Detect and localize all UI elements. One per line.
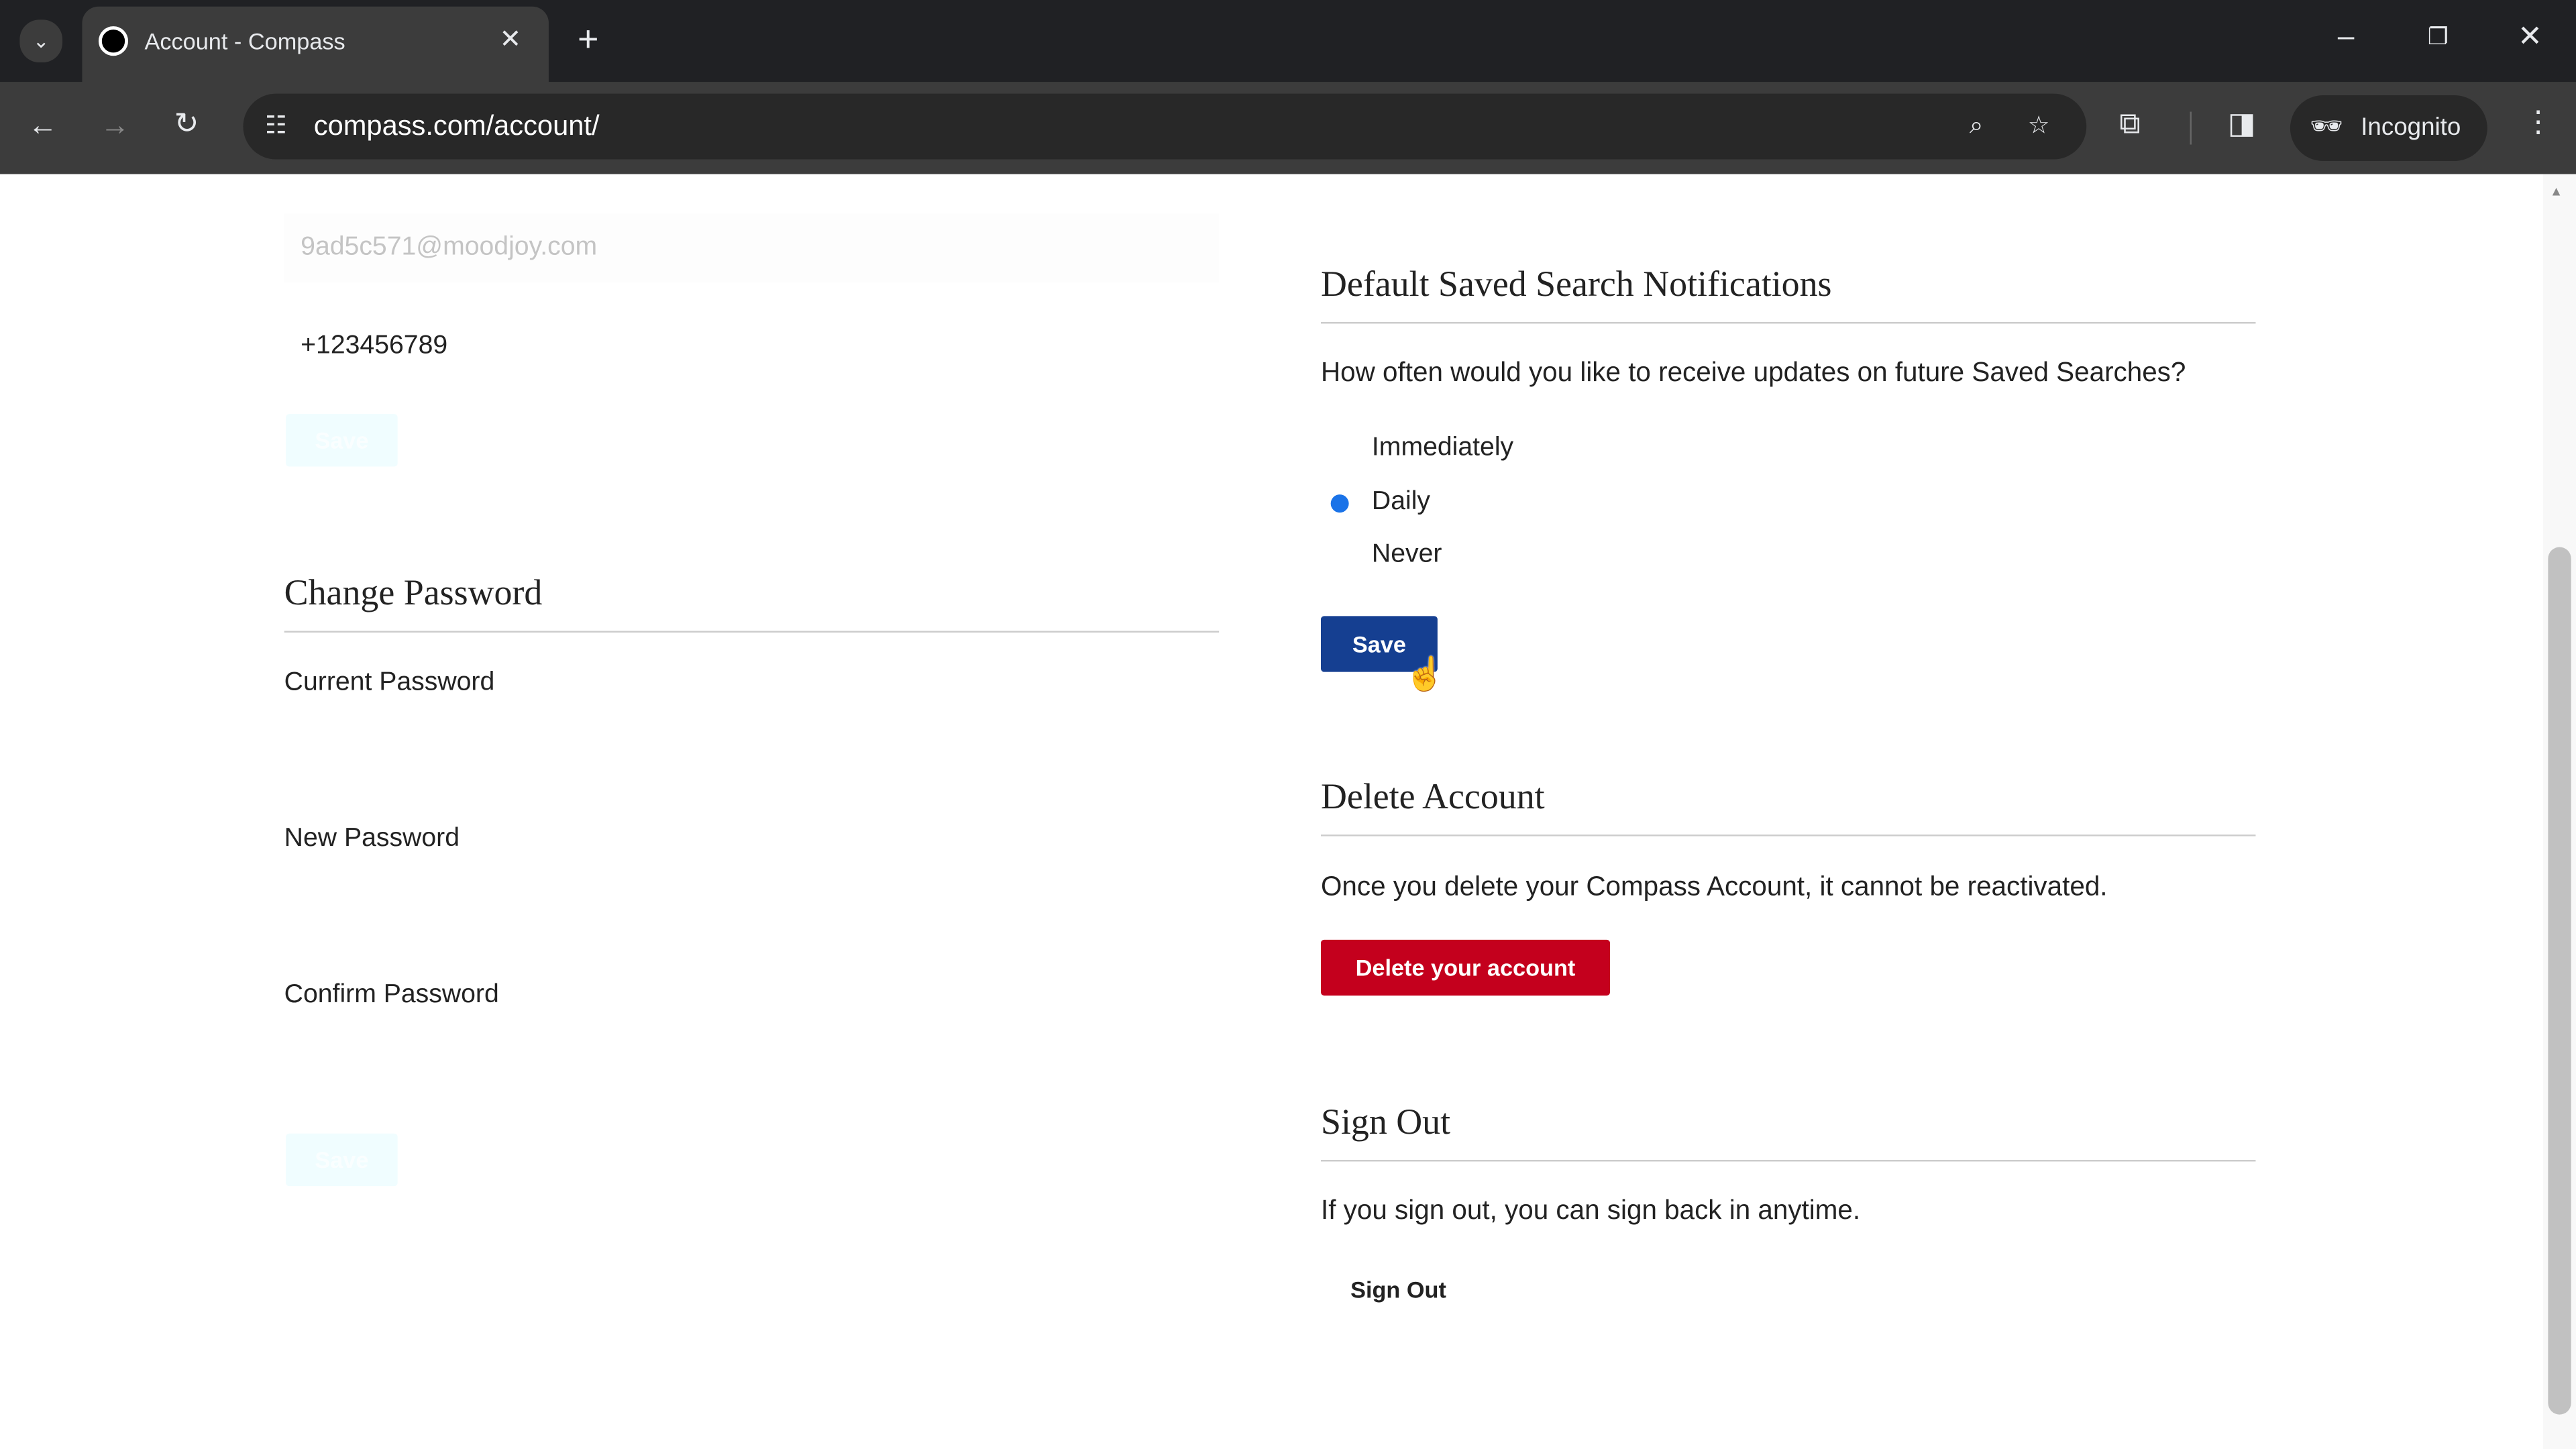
- new-password-input[interactable]: [284, 863, 1219, 922]
- delete-account-button[interactable]: Delete your account: [1320, 939, 1611, 996]
- radio-never[interactable]: Never: [1321, 537, 1650, 574]
- zoom-icon[interactable]: ⌕: [1958, 109, 1994, 145]
- toolbar-divider: [2190, 111, 2192, 145]
- tab-search-button[interactable]: ⌄: [19, 19, 63, 63]
- password-save-button[interactable]: Save: [286, 1133, 398, 1187]
- close-tab-icon[interactable]: ✕: [499, 23, 521, 56]
- change-password-heading: Change Password: [284, 572, 543, 613]
- radio-immediately[interactable]: Immediately: [1321, 431, 1650, 467]
- sign-out-heading: Sign Out: [1320, 1100, 1451, 1142]
- divider: [1320, 322, 2256, 324]
- new-tab-icon[interactable]: +: [568, 19, 608, 59]
- phone-field[interactable]: +123456789: [301, 332, 447, 362]
- radio-label: Never: [1371, 540, 1442, 569]
- incognito-icon: 🕶: [2310, 113, 2344, 142]
- notifications-heading: Default Saved Search Notifications: [1320, 262, 1832, 305]
- url-text[interactable]: compass.com/account/: [314, 109, 1958, 145]
- current-password-label: Current Password: [284, 668, 495, 697]
- incognito-label: Incognito: [2361, 113, 2461, 142]
- new-password-label: New Password: [284, 824, 460, 853]
- browser-tab[interactable]: Account - Compass ✕: [82, 6, 549, 83]
- radio-label: Immediately: [1371, 433, 1514, 462]
- scrollbar-thumb[interactable]: [2548, 547, 2571, 1415]
- sign-out-text: If you sign out, you can sign back in an…: [1320, 1195, 1861, 1226]
- radio-selected-dot-icon: [1330, 494, 1349, 513]
- delete-account-text: Once you delete your Compass Account, it…: [1320, 872, 2108, 902]
- current-password-input[interactable]: [284, 706, 1219, 765]
- radio-daily[interactable]: Daily: [1321, 484, 1650, 521]
- address-bar[interactable]: ☷ compass.com/account/ ⌕ ☆: [243, 93, 2087, 160]
- restore-icon[interactable]: ❐: [2418, 16, 2458, 56]
- reload-icon[interactable]: ↻: [174, 107, 199, 141]
- scrollbar[interactable]: ▲: [2543, 174, 2576, 1449]
- tab-title: Account - Compass: [144, 28, 345, 54]
- divider: [284, 631, 1220, 633]
- incognito-button[interactable]: 🕶 Incognito: [2290, 95, 2487, 162]
- email-field[interactable]: 9ad5c571@moodjoy.com: [284, 213, 1220, 283]
- back-icon[interactable]: ←: [28, 109, 58, 143]
- hand-cursor-icon: ☝: [1404, 657, 1446, 694]
- bookmark-star-icon[interactable]: ☆: [2021, 109, 2057, 145]
- compass-favicon-icon: [98, 26, 129, 56]
- sign-out-link[interactable]: Sign Out: [1350, 1277, 1446, 1303]
- scroll-up-icon[interactable]: ▲: [2550, 184, 2563, 199]
- minimize-icon[interactable]: –: [2326, 16, 2366, 56]
- menu-icon[interactable]: ⋮: [2524, 105, 2553, 140]
- radio-label: Daily: [1371, 488, 1431, 516]
- confirm-password-input[interactable]: [284, 1018, 1219, 1077]
- email-value: 9ad5c571@moodjoy.com: [301, 233, 598, 262]
- close-window-icon[interactable]: ✕: [2510, 16, 2550, 56]
- side-panel-icon[interactable]: ◨: [2228, 107, 2256, 141]
- delete-account-heading: Delete Account: [1320, 775, 1545, 817]
- contact-save-button[interactable]: Save: [286, 414, 398, 467]
- confirm-password-label: Confirm Password: [284, 981, 499, 1009]
- forward-icon[interactable]: →: [100, 109, 129, 143]
- tab-strip: ⌄ Account - Compass ✕ + – ❐ ✕: [0, 0, 2576, 83]
- divider: [1320, 835, 2256, 837]
- divider: [1320, 1159, 2256, 1162]
- extensions-icon[interactable]: ⧉: [2119, 107, 2140, 141]
- notifications-question: How often would you like to receive upda…: [1320, 358, 2186, 388]
- site-info-icon[interactable]: ☷: [258, 109, 294, 145]
